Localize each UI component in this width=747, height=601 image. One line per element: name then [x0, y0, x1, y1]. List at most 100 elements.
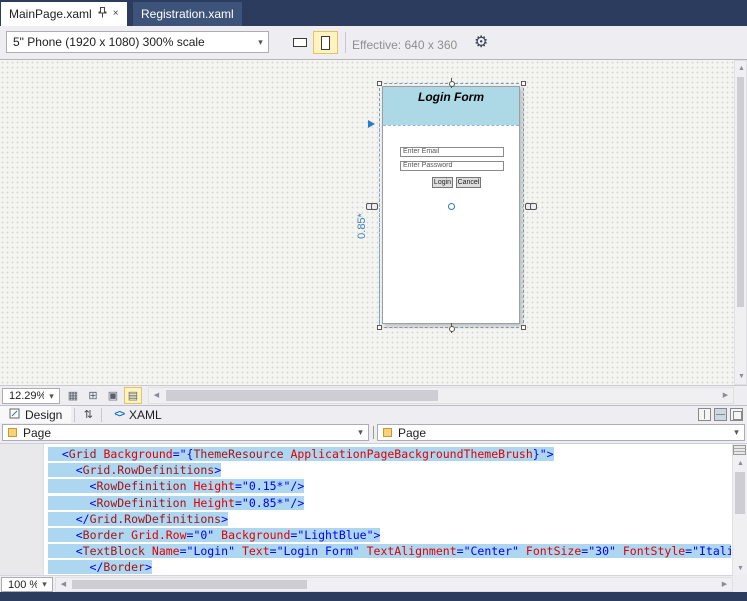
- tab-registration-xaml[interactable]: Registration.xaml: [133, 2, 242, 26]
- device-selector-value: 5" Phone (1920 x 1080) 300% scale: [13, 35, 205, 49]
- snaplines-icon: ▣: [107, 390, 119, 402]
- design-surface[interactable]: Login Form Enter Email Enter Password Lo…: [0, 60, 747, 385]
- view-split-bar: Design ⇅ <> XAML: [0, 405, 747, 424]
- status-bar: [0, 592, 747, 601]
- device-toolbar: 5" Phone (1920 x 1080) 300% scale ▾ Effe…: [0, 26, 747, 60]
- code-line[interactable]: <TextBlock Name="Login" Text="Login Form…: [48, 543, 731, 559]
- code-line[interactable]: <Grid Background="{ThemeResource Applica…: [48, 446, 731, 462]
- chevron-down-icon: ▾: [734, 427, 739, 437]
- code-line[interactable]: </Border>: [48, 559, 731, 575]
- snap-to-grid-button[interactable]: ⊞: [84, 387, 102, 404]
- toolbar-separator: [345, 32, 346, 53]
- pin-icon[interactable]: [98, 7, 107, 21]
- show-grid-icon: ▦: [67, 390, 79, 402]
- designer-horizontal-scrollbar[interactable]: ◀ ▶: [148, 387, 734, 404]
- phone-artboard[interactable]: Login Form Enter Email Enter Password Lo…: [382, 86, 520, 324]
- scrollbar-thumb[interactable]: [735, 472, 745, 514]
- pane-splitter[interactable]: [371, 424, 376, 441]
- portrait-icon: [321, 35, 330, 50]
- separator: [74, 407, 76, 422]
- password-textbox[interactable]: Enter Password: [400, 161, 504, 171]
- xaml-view-label: XAML: [129, 407, 162, 422]
- scroll-left-icon[interactable]: ◀: [56, 578, 71, 591]
- snaplines-button[interactable]: ▣: [104, 387, 122, 404]
- scrollbar-thumb[interactable]: [737, 77, 744, 307]
- cancel-button[interactable]: Cancel: [456, 177, 481, 188]
- xaml-view-tab[interactable]: <> XAML: [105, 406, 170, 424]
- scroll-left-icon[interactable]: ◀: [149, 388, 164, 403]
- pane-layout-buttons: [695, 408, 747, 421]
- design-vertical-scrollbar[interactable]: ▲ ▼: [734, 60, 747, 385]
- email-textbox[interactable]: Enter Email: [400, 147, 504, 157]
- close-icon[interactable]: ×: [113, 9, 119, 19]
- document-tab-bar: MainPage.xaml × Registration.xaml: [0, 0, 747, 26]
- editor-zoom-select[interactable]: 100 % ▾: [1, 577, 53, 592]
- login-button[interactable]: Login: [432, 177, 453, 188]
- row-height-label: 0.85*: [356, 213, 368, 239]
- show-grid-button[interactable]: ▦: [64, 387, 82, 404]
- vertical-split-button[interactable]: [698, 408, 711, 421]
- chevron-down-icon: ▾: [358, 427, 363, 437]
- editor-zoom-bar: 100 % ▾ ◀ ▶: [0, 575, 747, 592]
- xaml-view-icon: <>: [114, 409, 125, 420]
- horizontal-split-button[interactable]: [714, 408, 727, 421]
- code-line[interactable]: <Grid.RowDefinitions>: [48, 462, 731, 478]
- chevron-down-icon: ▾: [42, 579, 47, 589]
- swap-panes-button[interactable]: ⇅: [78, 408, 98, 421]
- tab-label: MainPage.xaml: [9, 7, 92, 21]
- code-line[interactable]: <RowDefinition Height="0.85*"/>: [48, 495, 731, 511]
- scroll-right-icon[interactable]: ▶: [718, 388, 733, 403]
- editor-horizontal-scrollbar[interactable]: ◀ ▶: [55, 577, 733, 592]
- code-line[interactable]: <RowDefinition Height="0.15*"/>: [48, 478, 731, 494]
- snap-grid-icon: ⊞: [88, 390, 98, 402]
- scroll-up-icon[interactable]: ▲: [733, 456, 747, 471]
- portrait-orientation-button[interactable]: [313, 31, 338, 54]
- scroll-down-icon[interactable]: ▼: [734, 369, 747, 384]
- resize-handle-top-right[interactable]: [521, 81, 526, 86]
- row-divider-arrow[interactable]: [368, 120, 375, 128]
- anchor-bottom-icon[interactable]: [448, 323, 456, 333]
- element-selector-value: Page: [398, 425, 427, 440]
- collapse-pane-button[interactable]: [730, 408, 743, 421]
- scrollbar-thumb[interactable]: [166, 390, 438, 401]
- chain-anchor-right-icon[interactable]: [525, 203, 537, 210]
- visual-studio-window: MainPage.xaml × Registration.xaml 5" Pho…: [0, 0, 747, 601]
- device-selector[interactable]: 5" Phone (1920 x 1080) 300% scale ▾: [6, 31, 269, 53]
- designer-zoom-select[interactable]: 12.29% ▾: [2, 388, 60, 404]
- designer-zoom-value: 12.29%: [9, 390, 44, 402]
- element-selector-left[interactable]: Page ▾: [2, 424, 369, 441]
- editor-vertical-scrollbar[interactable]: ▲ ▼: [732, 444, 747, 575]
- design-view-icon: [9, 408, 20, 422]
- page-element-icon: [8, 428, 17, 437]
- artboard-header: Login Form: [383, 87, 519, 125]
- page-element-icon: [383, 428, 392, 437]
- scroll-up-icon[interactable]: ▲: [734, 61, 747, 76]
- device-settings-button[interactable]: ⚙: [474, 34, 488, 52]
- resize-handle-bottom-left[interactable]: [377, 325, 382, 330]
- grid-row-rail: [379, 124, 380, 325]
- element-selector-right[interactable]: Page ▾: [377, 424, 745, 441]
- artboard-background-icon: ▤: [127, 390, 139, 402]
- scrollbar-thumb[interactable]: [72, 580, 307, 589]
- editor-zoom-value: 100 %: [8, 578, 37, 591]
- resize-handle-bottom-right[interactable]: [521, 325, 526, 330]
- element-selector-value: Page: [23, 425, 52, 440]
- grid-row-divider: [383, 125, 519, 126]
- landscape-orientation-button[interactable]: [287, 31, 312, 54]
- code-line[interactable]: <Border Grid.Row="0" Background="LightBl…: [48, 527, 731, 543]
- editor-gutter[interactable]: [0, 444, 44, 575]
- scroll-down-icon[interactable]: ▼: [733, 561, 747, 575]
- code-line[interactable]: </Grid.RowDefinitions>: [48, 511, 731, 527]
- tab-mainpage-xaml[interactable]: MainPage.xaml ×: [1, 2, 127, 26]
- designer-zoom-bar: 12.29% ▾ ▦ ⊞ ▣ ▤ ◀ ▶: [0, 385, 747, 405]
- artboard-background-button[interactable]: ▤: [124, 387, 142, 404]
- xaml-code[interactable]: <Grid Background="{ThemeResource Applica…: [48, 446, 731, 575]
- chevron-down-icon: ▾: [49, 390, 54, 401]
- landscape-icon: [292, 38, 307, 47]
- separator: [101, 407, 103, 422]
- breadcrumb-bar: Page ▾ Page ▾: [0, 423, 747, 443]
- scroll-right-icon[interactable]: ▶: [717, 578, 732, 591]
- design-view-tab[interactable]: Design: [0, 405, 72, 424]
- editor-split-grip[interactable]: [733, 445, 746, 455]
- effective-resolution-label: Effective: 640 x 360: [352, 38, 458, 52]
